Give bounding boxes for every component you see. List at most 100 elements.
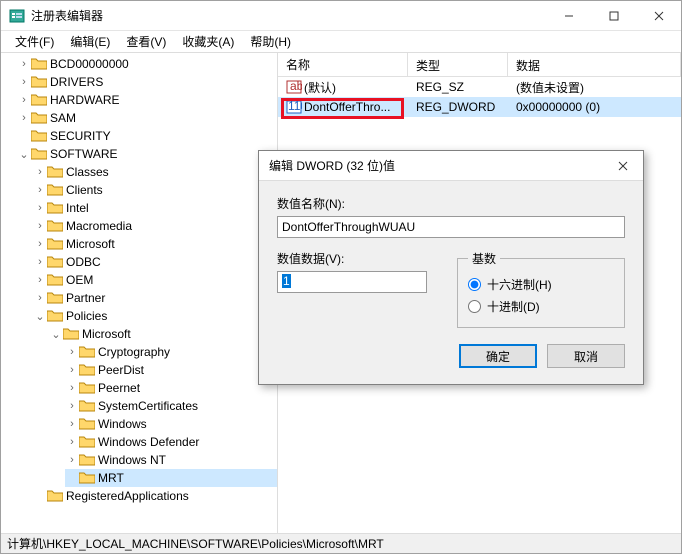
list-header: 名称 类型 数据 — [278, 53, 681, 77]
tree-node-winnt[interactable]: ›Windows NT — [65, 451, 277, 469]
tree-node-peernet[interactable]: ›Peernet — [65, 379, 277, 397]
expand-icon[interactable]: › — [17, 112, 31, 124]
radix-hex-label: 十六进制(H) — [487, 276, 552, 293]
folder-icon — [47, 201, 63, 215]
menu-file[interactable]: 文件(F) — [7, 31, 62, 52]
folder-icon — [47, 165, 63, 179]
dword-value-icon: 110 — [286, 99, 302, 115]
expand-icon[interactable]: › — [33, 184, 47, 196]
expand-icon[interactable]: › — [17, 76, 31, 88]
tree-node-odbc[interactable]: ›ODBC — [33, 253, 277, 271]
dialog-body: 数值名称(N): 数值数据(V): 1 基数 十六进制(H) 十进制(D) — [259, 181, 643, 384]
value-name: (默认) — [304, 79, 336, 96]
tree-node-cryptography[interactable]: ›Cryptography — [65, 343, 277, 361]
col-type[interactable]: 类型 — [408, 53, 508, 76]
maximize-button[interactable] — [591, 1, 636, 30]
folder-icon — [79, 453, 95, 467]
window-title: 注册表编辑器 — [31, 7, 546, 24]
expand-icon[interactable]: › — [33, 238, 47, 250]
minimize-button[interactable] — [546, 1, 591, 30]
value-data-label: 数值数据(V): — [277, 250, 437, 267]
value-data: 0x00000000 (0) — [508, 98, 681, 116]
col-data[interactable]: 数据 — [508, 53, 681, 76]
string-value-icon: ab — [286, 79, 302, 95]
tree-node-microsoft[interactable]: ›Microsoft — [33, 235, 277, 253]
tree-node-systemcerts[interactable]: ›SystemCertificates — [65, 397, 277, 415]
radix-hex-option[interactable]: 十六进制(H) — [468, 273, 614, 295]
folder-icon — [31, 129, 47, 143]
tree-pane[interactable]: ›BCD00000000 ›DRIVERS ›HARDWARE ›SAM SEC… — [1, 53, 278, 533]
expand-icon[interactable]: › — [17, 94, 31, 106]
status-path: 计算机\HKEY_LOCAL_MACHINE\SOFTWARE\Policies… — [7, 535, 384, 552]
expand-icon[interactable]: › — [65, 364, 79, 376]
menu-favorites[interactable]: 收藏夹(A) — [174, 31, 242, 52]
statusbar: 计算机\HKEY_LOCAL_MACHINE\SOFTWARE\Policies… — [1, 533, 681, 553]
expand-icon[interactable]: › — [33, 292, 47, 304]
tree-node-classes[interactable]: ›Classes — [33, 163, 277, 181]
folder-icon — [31, 75, 47, 89]
tree-node-pol-microsoft[interactable]: ⌄Microsoft — [49, 325, 277, 343]
close-button[interactable] — [636, 1, 681, 30]
tree-node-macromedia[interactable]: ›Macromedia — [33, 217, 277, 235]
cancel-button[interactable]: 取消 — [547, 344, 625, 368]
dialog-title: 编辑 DWORD (32 位)值 — [269, 157, 603, 174]
expand-icon[interactable]: › — [65, 418, 79, 430]
titlebar: 注册表编辑器 — [1, 1, 681, 31]
expand-icon[interactable]: › — [65, 382, 79, 394]
tree-node-intel[interactable]: ›Intel — [33, 199, 277, 217]
expand-icon[interactable]: › — [65, 454, 79, 466]
expand-icon[interactable]: › — [33, 220, 47, 232]
tree-node-peerdist[interactable]: ›PeerDist — [65, 361, 277, 379]
tree-node-mrt[interactable]: MRT — [65, 469, 277, 487]
folder-icon — [47, 309, 63, 323]
tree-node-windef[interactable]: ›Windows Defender — [65, 433, 277, 451]
menu-view[interactable]: 查看(V) — [118, 31, 174, 52]
menu-help[interactable]: 帮助(H) — [242, 31, 299, 52]
expand-icon[interactable]: › — [65, 346, 79, 358]
tree-node-bcd[interactable]: ›BCD00000000 — [17, 55, 277, 73]
folder-icon — [79, 381, 95, 395]
dialog-titlebar: 编辑 DWORD (32 位)值 — [259, 151, 643, 181]
radix-hex-radio[interactable] — [468, 278, 481, 291]
folder-icon — [31, 147, 47, 161]
value-data-input[interactable]: 1 — [277, 271, 427, 293]
expand-icon[interactable]: › — [33, 256, 47, 268]
collapse-icon[interactable]: ⌄ — [49, 328, 63, 341]
expand-icon[interactable]: › — [33, 274, 47, 286]
collapse-icon[interactable]: ⌄ — [33, 310, 47, 323]
radix-fieldset: 基数 十六进制(H) 十进制(D) — [457, 250, 625, 328]
folder-icon — [31, 111, 47, 125]
list-row-selected[interactable]: 110 DontOfferThro... REG_DWORD 0x0000000… — [278, 97, 681, 117]
folder-icon — [31, 57, 47, 71]
folder-icon — [63, 327, 79, 341]
tree-node-security[interactable]: SECURITY — [17, 127, 277, 145]
tree-node-software[interactable]: ⌄SOFTWARE — [17, 145, 277, 163]
list-row[interactable]: ab (默认) REG_SZ (数值未设置) — [278, 77, 681, 97]
value-name-input[interactable] — [277, 216, 625, 238]
tree-node-hardware[interactable]: ›HARDWARE — [17, 91, 277, 109]
tree-node-regapps[interactable]: RegisteredApplications — [33, 487, 277, 505]
menu-edit[interactable]: 编辑(E) — [62, 31, 118, 52]
ok-button[interactable]: 确定 — [459, 344, 537, 368]
radix-dec-radio[interactable] — [468, 300, 481, 313]
tree-node-clients[interactable]: ›Clients — [33, 181, 277, 199]
col-name[interactable]: 名称 — [278, 53, 408, 76]
tree-node-policies[interactable]: ⌄Policies — [33, 307, 277, 325]
expand-icon[interactable]: › — [33, 202, 47, 214]
expand-icon[interactable]: › — [17, 58, 31, 70]
dialog-close-button[interactable] — [603, 151, 643, 180]
expand-icon[interactable]: › — [65, 400, 79, 412]
collapse-icon[interactable]: ⌄ — [17, 148, 31, 161]
tree-node-partner[interactable]: ›Partner — [33, 289, 277, 307]
expand-icon[interactable]: › — [33, 166, 47, 178]
tree-node-windows[interactable]: ›Windows — [65, 415, 277, 433]
tree-node-sam[interactable]: ›SAM — [17, 109, 277, 127]
value-name-label: 数值名称(N): — [277, 195, 625, 212]
folder-icon — [47, 273, 63, 287]
expand-icon[interactable]: › — [65, 436, 79, 448]
folder-icon — [79, 435, 95, 449]
tree-node-oem[interactable]: ›OEM — [33, 271, 277, 289]
radix-dec-option[interactable]: 十进制(D) — [468, 295, 614, 317]
tree-node-drivers[interactable]: ›DRIVERS — [17, 73, 277, 91]
value-data: (数值未设置) — [508, 77, 681, 98]
